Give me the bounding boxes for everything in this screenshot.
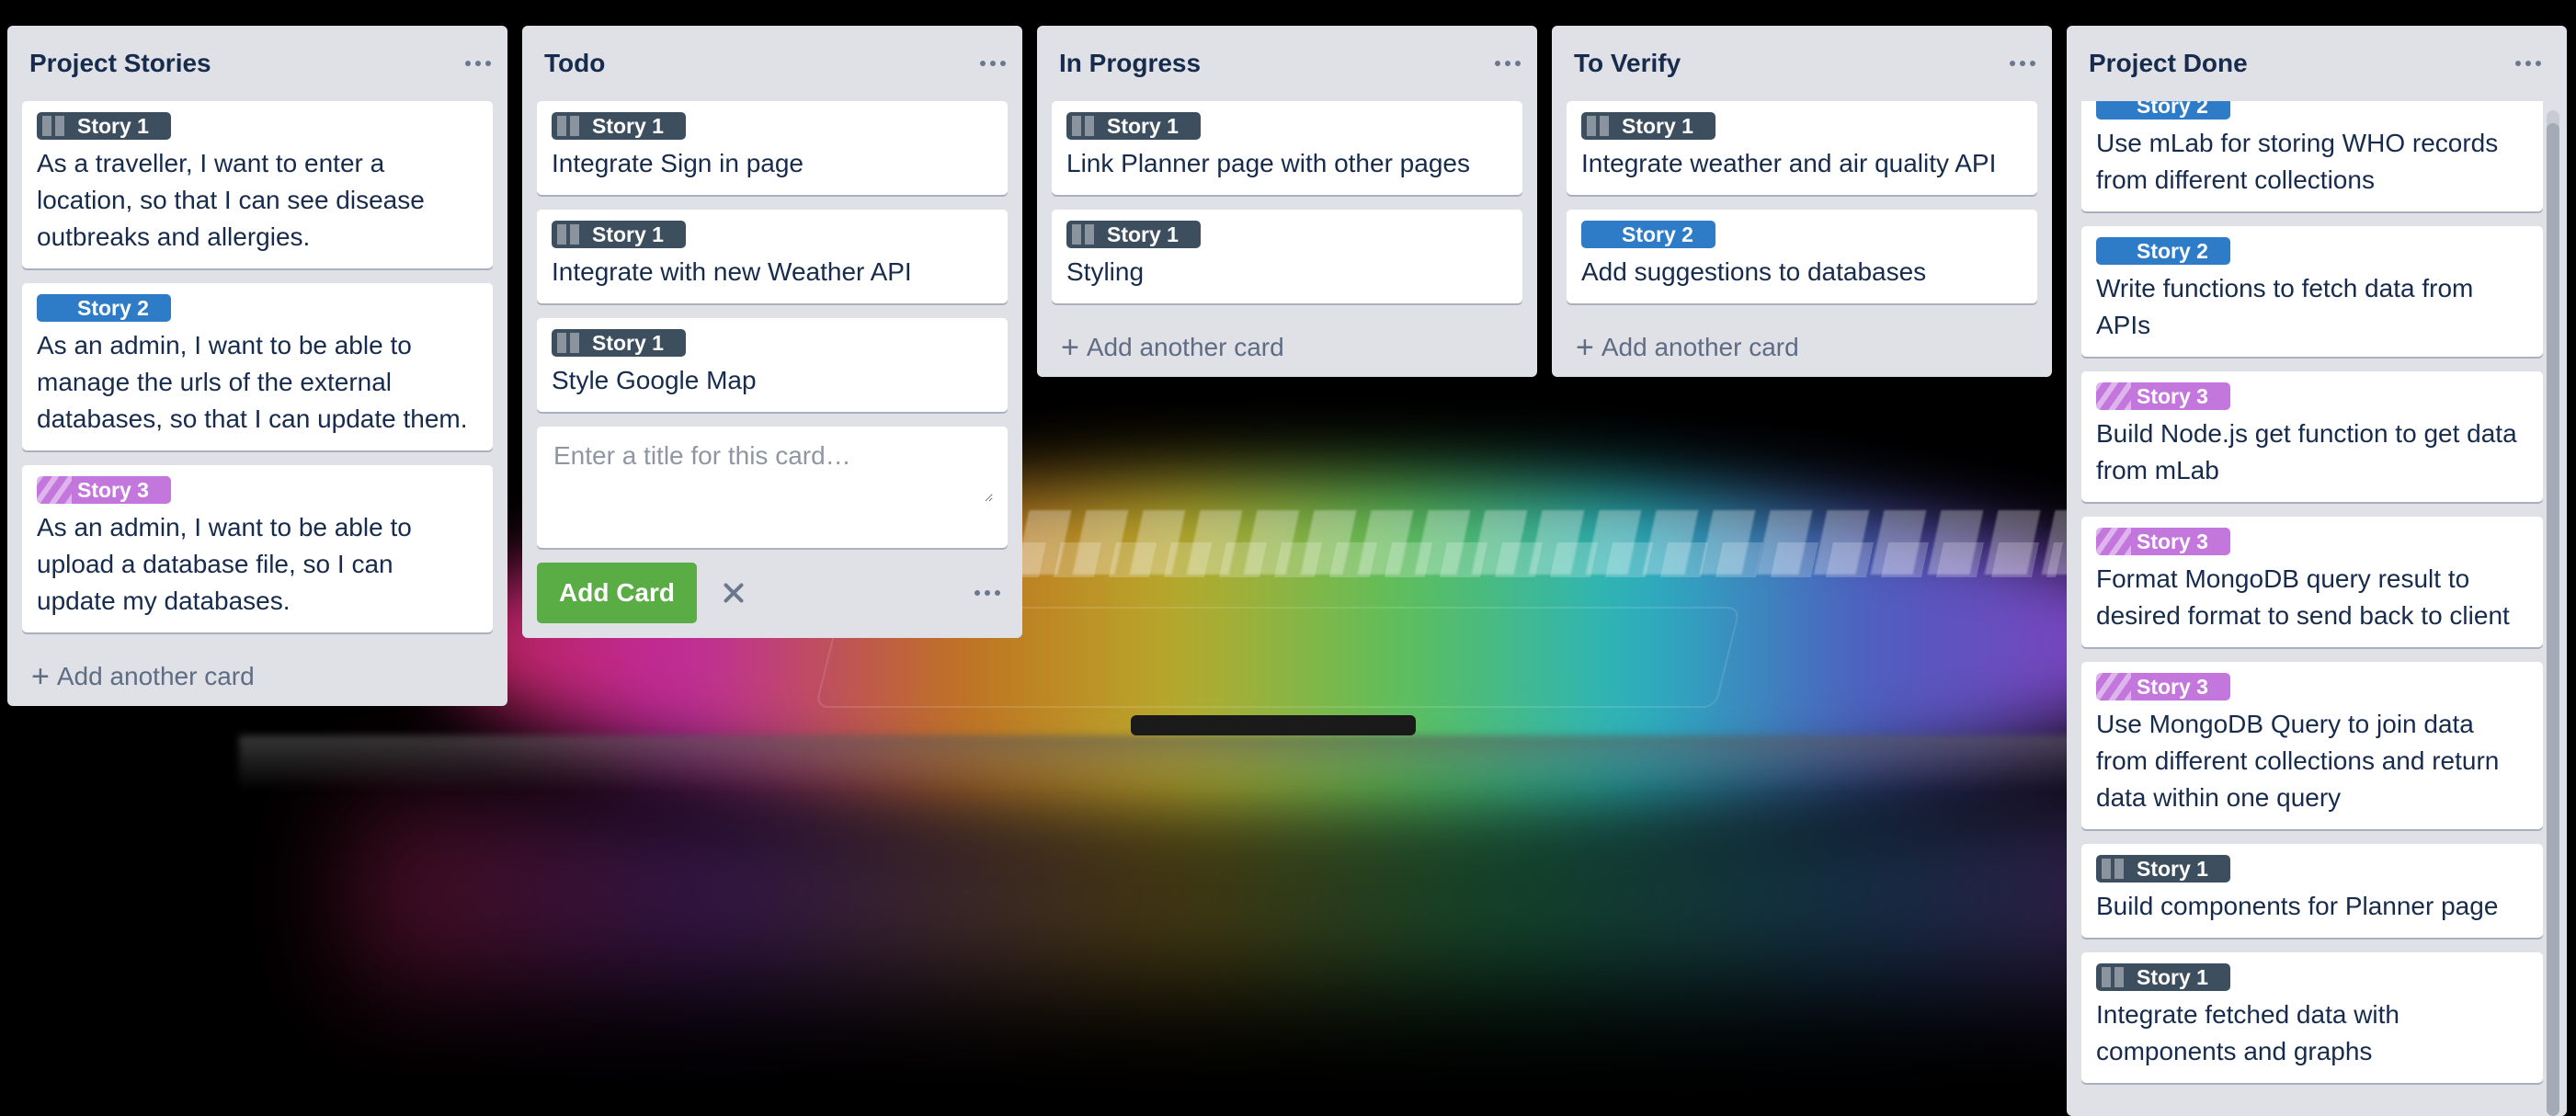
list-title[interactable]: In Progress bbox=[1059, 49, 1201, 78]
add-another-card-button[interactable]: + Add another card bbox=[1567, 318, 2037, 377]
card[interactable]: Story 1 Build components for Planner pag… bbox=[2081, 844, 2543, 938]
add-card-label: Add another card bbox=[56, 662, 255, 690]
list-title[interactable]: Todo bbox=[544, 49, 605, 78]
list-todo: Todo Story 1 Integrate Sign in page Stor… bbox=[522, 26, 1022, 638]
list-title[interactable]: Project Stories bbox=[29, 49, 211, 78]
card-title: Link Planner page with other pages bbox=[1066, 149, 1470, 177]
more-horizontal-icon[interactable] bbox=[2508, 47, 2548, 80]
card-title: Write functions to fetch data from APIs bbox=[2096, 274, 2474, 339]
card-title: Integrate Sign in page bbox=[552, 149, 804, 177]
more-horizontal-icon[interactable] bbox=[458, 47, 498, 80]
list-project-done: Project Done Story 2 Use mLab for storin… bbox=[2067, 26, 2567, 1116]
card-title: As an admin, I want to be able to upload… bbox=[37, 513, 412, 615]
list-title[interactable]: To Verify bbox=[1574, 49, 1681, 78]
label-story-1: Story 1 bbox=[37, 112, 171, 140]
add-another-card-button[interactable]: + Add another card bbox=[1052, 318, 1522, 377]
list-title[interactable]: Project Done bbox=[2089, 49, 2248, 78]
card[interactable]: Story 1 Integrate weather and air qualit… bbox=[1567, 101, 2037, 195]
card[interactable]: Story 3 Format MongoDB query result to d… bbox=[2081, 517, 2543, 647]
label-story-1: Story 1 bbox=[1066, 112, 1201, 140]
card[interactable]: Story 1 Link Planner page with other pag… bbox=[1052, 101, 1522, 195]
card-title: As an admin, I want to be able to manage… bbox=[37, 331, 468, 433]
label-story-1: Story 1 bbox=[2096, 963, 2230, 991]
card-title: Format MongoDB query result to desired f… bbox=[2096, 564, 2510, 630]
add-another-card-button[interactable]: + Add another card bbox=[22, 647, 493, 706]
card-title: Add suggestions to databases bbox=[1581, 257, 1927, 286]
more-horizontal-icon[interactable] bbox=[967, 576, 1008, 609]
card[interactable]: Story 1 Styling bbox=[1052, 210, 1522, 303]
plus-icon: + bbox=[31, 659, 50, 694]
card-title: Build Node.js get function to get data f… bbox=[2096, 419, 2517, 484]
label-story-1: Story 1 bbox=[552, 112, 686, 140]
label-story-3: Story 3 bbox=[2096, 382, 2230, 410]
list-header: In Progress bbox=[1037, 26, 1537, 101]
card[interactable]: Story 3 Build Node.js get function to ge… bbox=[2081, 371, 2543, 502]
label-story-2: Story 2 bbox=[2096, 101, 2230, 120]
card-title: Use MongoDB Query to join data from diff… bbox=[2096, 710, 2500, 812]
label-story-1: Story 1 bbox=[2096, 855, 2230, 883]
card[interactable]: Story 2 Write functions to fetch data fr… bbox=[2081, 226, 2543, 357]
label-story-1: Story 1 bbox=[1066, 221, 1201, 248]
label-story-2: Story 2 bbox=[37, 294, 171, 322]
label-story-3: Story 3 bbox=[2096, 673, 2230, 700]
more-horizontal-icon[interactable] bbox=[2002, 47, 2043, 80]
label-story-1: Story 1 bbox=[552, 221, 686, 248]
label-story-1: Story 1 bbox=[552, 329, 686, 357]
label-story-3: Story 3 bbox=[37, 476, 171, 504]
card-composer bbox=[537, 427, 1008, 548]
card-title: Use mLab for storing WHO records from di… bbox=[2096, 129, 2499, 194]
card[interactable]: Story 1 As a traveller, I want to enter … bbox=[22, 101, 493, 268]
more-horizontal-icon[interactable] bbox=[1487, 47, 1528, 80]
card-title: Integrate with new Weather API bbox=[552, 257, 912, 286]
card-title: As a traveller, I want to enter a locati… bbox=[37, 149, 425, 251]
plus-icon: + bbox=[1061, 330, 1079, 365]
label-story-1: Story 1 bbox=[1581, 112, 1715, 140]
composer-actions: Add Card bbox=[537, 563, 1008, 623]
label-story-2: Story 2 bbox=[1581, 221, 1715, 248]
close-icon[interactable] bbox=[710, 569, 758, 617]
list-project-stories: Project Stories Story 1 As a traveller, … bbox=[7, 26, 507, 706]
add-card-label: Add another card bbox=[1601, 333, 1799, 361]
card[interactable]: Story 2 As an admin, I want to be able t… bbox=[22, 283, 493, 450]
card[interactable]: Story 3 Use MongoDB Query to join data f… bbox=[2081, 662, 2543, 829]
scrollbar-thumb[interactable] bbox=[2547, 123, 2559, 1116]
plus-icon: + bbox=[1576, 330, 1594, 365]
label-story-2: Story 2 bbox=[2096, 237, 2230, 265]
card-title-input[interactable] bbox=[552, 439, 993, 502]
list-header: Todo bbox=[522, 26, 1022, 101]
scrollbar-track[interactable] bbox=[2547, 110, 2559, 1116]
list-cards-scroll-area: Story 2 Use mLab for storing WHO records… bbox=[2081, 101, 2543, 1116]
label-story-3: Story 3 bbox=[2096, 528, 2230, 555]
list-header: Project Done bbox=[2067, 26, 2558, 101]
card[interactable]: Story 1 Integrate fetched data with comp… bbox=[2081, 952, 2543, 1083]
more-horizontal-icon[interactable] bbox=[973, 47, 1013, 80]
add-card-label: Add another card bbox=[1086, 333, 1284, 361]
list-header: Project Stories bbox=[7, 26, 507, 101]
add-card-button[interactable]: Add Card bbox=[537, 563, 697, 623]
card[interactable]: Story 1 Style Google Map bbox=[537, 318, 1008, 412]
card[interactable]: Story 2 Add suggestions to databases bbox=[1567, 210, 2037, 303]
card[interactable]: Story 1 Integrate Sign in page bbox=[537, 101, 1008, 195]
card-title: Style Google Map bbox=[552, 366, 757, 394]
card-title: Styling bbox=[1066, 257, 1145, 286]
list-to-verify: To Verify Story 1 Integrate weather and … bbox=[1552, 26, 2052, 377]
card-title: Integrate weather and air quality API bbox=[1581, 149, 1997, 177]
card-title: Build components for Planner page bbox=[2096, 892, 2499, 920]
card[interactable]: Story 2 Use mLab for storing WHO records… bbox=[2081, 101, 2543, 211]
list-in-progress: In Progress Story 1 Link Planner page wi… bbox=[1037, 26, 1537, 377]
board: Project Stories Story 1 As a traveller, … bbox=[0, 0, 2576, 1116]
list-header: To Verify bbox=[1552, 26, 2052, 101]
card[interactable]: Story 3 As an admin, I want to be able t… bbox=[22, 465, 493, 632]
card[interactable]: Story 1 Integrate with new Weather API bbox=[537, 210, 1008, 303]
card-title: Integrate fetched data with components a… bbox=[2096, 1000, 2399, 1065]
